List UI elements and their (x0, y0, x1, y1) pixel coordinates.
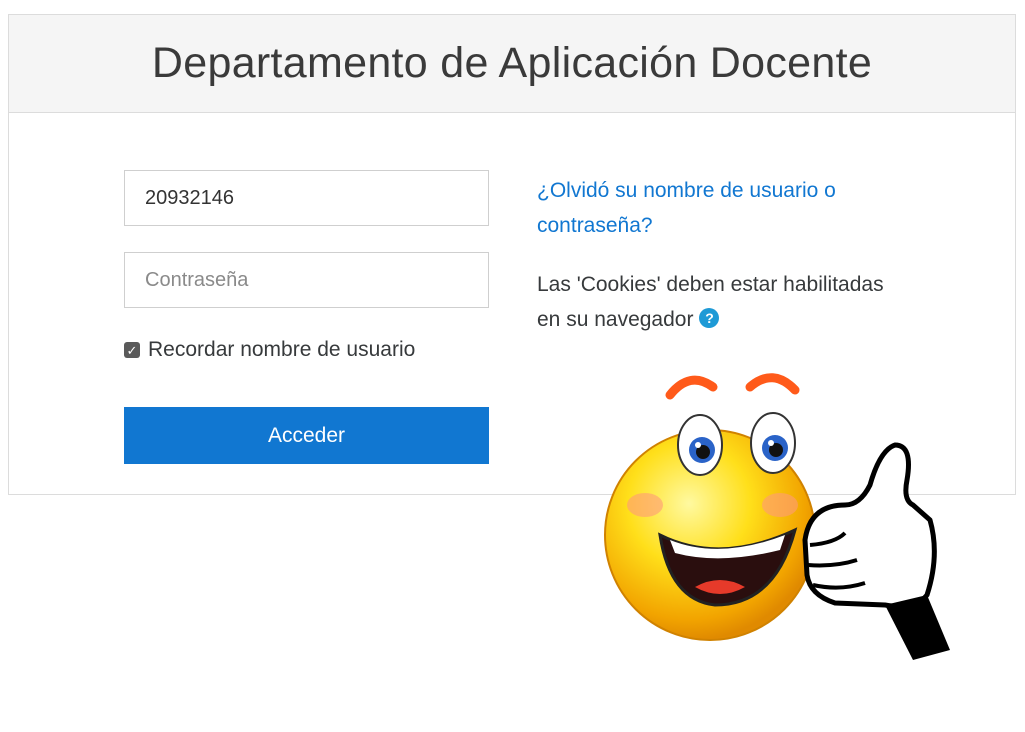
remember-label: Recordar nombre de usuario (148, 338, 416, 361)
forgot-credentials-link[interactable]: ¿Olvidó su nombre de usuario o contraseñ… (537, 173, 897, 243)
question-circle-icon[interactable]: ? (699, 308, 720, 329)
login-button[interactable]: Acceder (124, 407, 489, 464)
page-title: Departamento de Aplicación Docente (151, 39, 873, 87)
remember-checkbox[interactable]: ✓ (124, 342, 140, 358)
cookies-notice: Las 'Cookies' deben estar habilitadas en… (537, 267, 897, 337)
password-input[interactable] (124, 252, 489, 308)
thumbs-up-smiley (604, 373, 950, 660)
remember-username-row[interactable]: ✓ Recordar nombre de usuario (124, 338, 415, 362)
username-input[interactable] (124, 170, 489, 226)
card-header: Departamento de Aplicación Docente (9, 15, 1015, 113)
